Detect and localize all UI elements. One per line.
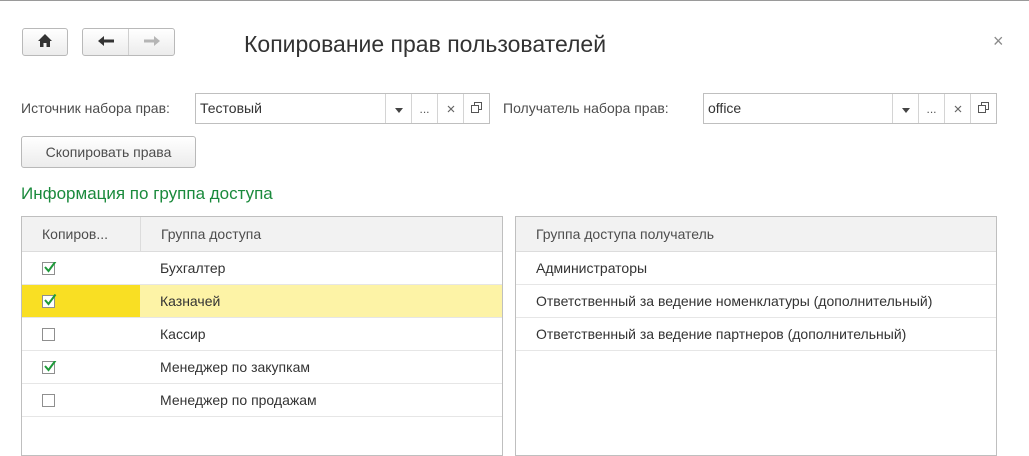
target-group-name: Ответственный за ведение партнеров (допо… [536, 326, 907, 342]
table-row[interactable]: Менеджер по закупкам [22, 351, 502, 384]
column-header-copy[interactable]: Копиров... [22, 226, 140, 242]
copy-checkbox[interactable] [42, 360, 57, 374]
copy-rights-button[interactable]: Скопировать права [21, 136, 196, 168]
table-body: Администраторы Ответственный за ведение н… [516, 252, 996, 351]
table-row[interactable]: Администраторы [516, 252, 996, 285]
table-row[interactable]: Казначей [22, 285, 502, 318]
clear-icon [954, 102, 962, 116]
table-row[interactable]: Кассир [22, 318, 502, 351]
clear-icon [447, 102, 455, 116]
table-row[interactable]: Ответственный за ведение номенклатуры (д… [516, 285, 996, 318]
close-icon[interactable]: × [993, 31, 1004, 52]
access-groups-table[interactable]: Копиров... Группа доступа Бухгалтер Казна… [21, 216, 503, 456]
access-group-name: Менеджер по закупкам [160, 359, 310, 375]
target-dropdown-button[interactable] [892, 94, 918, 123]
table-row[interactable]: Бухгалтер [22, 252, 502, 285]
access-group-name: Казначей [140, 285, 502, 317]
target-label: Получатель набора прав: [503, 100, 669, 116]
copy-rights-window: Копирование прав пользователей × Источни… [0, 0, 1029, 456]
copy-checkbox-cell [22, 360, 140, 374]
table-header: Группа доступа получатель [516, 217, 996, 252]
copy-checkbox-cell [22, 285, 140, 317]
copy-checkbox[interactable] [42, 327, 55, 341]
target-select-button[interactable]: ... [918, 94, 944, 123]
forward-button[interactable] [128, 29, 174, 55]
home-icon [37, 33, 53, 51]
copy-checkbox-cell [22, 327, 140, 341]
caret-down-icon [394, 102, 403, 116]
source-select-button[interactable]: ... [411, 94, 437, 123]
target-clear-button[interactable] [944, 94, 970, 123]
copy-checkbox-cell [22, 261, 140, 275]
section-title: Информация по группа доступа [21, 184, 273, 203]
source-label: Источник набора прав: [21, 100, 170, 116]
access-group-name: Менеджер по продажам [160, 392, 317, 408]
copy-checkbox[interactable] [42, 293, 57, 308]
target-field[interactable]: office ... [703, 93, 997, 124]
history-navigation [82, 28, 175, 56]
target-groups-table[interactable]: Группа доступа получатель Администраторы… [515, 216, 997, 456]
target-group-name: Ответственный за ведение номенклатуры (д… [536, 293, 933, 309]
source-open-button[interactable] [463, 94, 489, 123]
source-field[interactable]: Тестовый ... [195, 93, 490, 124]
column-header-group[interactable]: Группа доступа [141, 226, 502, 242]
open-window-icon [471, 101, 482, 116]
source-value[interactable]: Тестовый [196, 94, 385, 123]
access-group-name: Бухгалтер [160, 260, 226, 276]
column-header-target-group[interactable]: Группа доступа получатель [516, 226, 714, 242]
access-group-name: Кассир [160, 326, 206, 342]
target-value[interactable]: office [704, 94, 892, 123]
target-open-button[interactable] [970, 94, 996, 123]
source-clear-button[interactable] [437, 94, 463, 123]
target-group-name: Администраторы [536, 260, 648, 276]
source-dropdown-button[interactable] [385, 94, 411, 123]
copy-checkbox[interactable] [42, 393, 55, 407]
copy-checkbox-cell [22, 393, 140, 407]
back-button[interactable] [83, 29, 128, 55]
table-header: Копиров... Группа доступа [22, 217, 502, 252]
arrow-left-icon [97, 34, 115, 50]
home-button[interactable] [22, 28, 68, 56]
open-window-icon [978, 101, 989, 116]
table-row[interactable]: Менеджер по продажам [22, 384, 502, 417]
arrow-right-icon [143, 34, 161, 50]
copy-checkbox[interactable] [42, 261, 57, 275]
page-title: Копирование прав пользователей [244, 31, 607, 57]
table-body: Бухгалтер Казначей Кассир Менеджер по закуп… [22, 252, 502, 417]
caret-down-icon [901, 102, 910, 116]
table-row[interactable]: Ответственный за ведение партнеров (допо… [516, 318, 996, 351]
